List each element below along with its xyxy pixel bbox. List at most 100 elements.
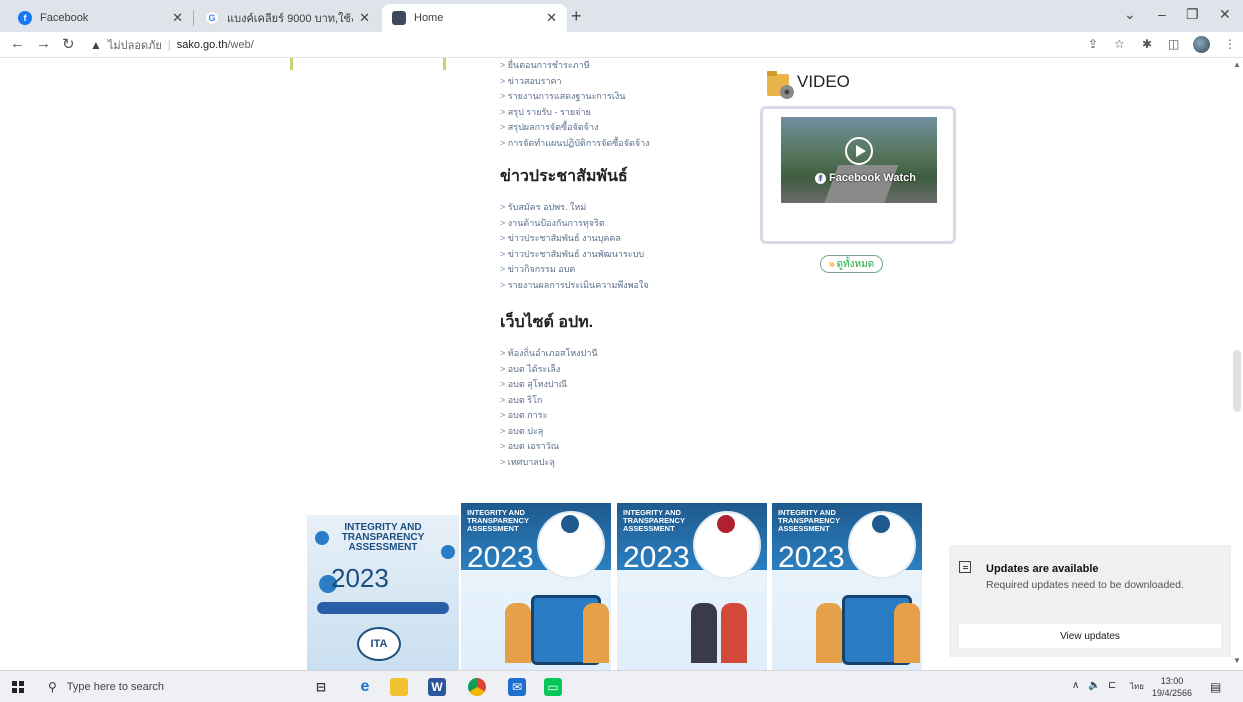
link-item[interactable]: ข่าวกิจกรรม อบต	[500, 262, 649, 278]
share-icon[interactable]: ⇪	[1088, 37, 1098, 51]
search-placeholder: Type here to search	[66, 681, 165, 693]
link-item[interactable]: อบต ริโก	[500, 393, 598, 409]
network-icon[interactable]: ⊏	[1108, 680, 1116, 691]
taskbar-search-box[interactable]: ⚲ Type here to search	[40, 675, 286, 699]
link-item[interactable]: อบต เอราวัณ	[500, 439, 598, 455]
line-icon[interactable]: ▭	[544, 678, 562, 696]
word-icon[interactable]: W	[428, 678, 446, 696]
volume-icon[interactable]: 🔈	[1088, 680, 1100, 691]
video-title: VIDEO	[797, 72, 850, 91]
ita-banner-main[interactable]: INTEGRITY AND TRANSPARENCY ASSESSMENT 20…	[307, 515, 459, 670]
link-item[interactable]: อบต ได้ระเล็ง	[500, 362, 598, 378]
link-item[interactable]: ข่าวประชาสัมพันธ์ งานพัฒนาระบบ	[500, 247, 649, 263]
link-item[interactable]: สรุปผลการจัดซื้อจัดจ้าง	[500, 120, 650, 136]
close-tab-icon[interactable]: ✕	[359, 10, 370, 26]
tab-google[interactable]: G แบงค์เคลียร์ 9000 บาท,ใช้งานฯลฯ - ✕	[195, 4, 380, 32]
link-item[interactable]: ข่าวประชาสัมพันธ์ งานบุคคล	[500, 231, 649, 247]
language-indicator[interactable]: ไทย	[1130, 680, 1144, 693]
update-icon	[959, 561, 971, 573]
side-panel-icon[interactable]: ◫	[1168, 37, 1179, 51]
task-view-icon[interactable]: ⊟	[312, 678, 330, 696]
link-item[interactable]: อบต สุโหงปาณี	[500, 377, 598, 393]
ita-round-icon	[717, 515, 735, 533]
person-illustration	[691, 603, 717, 663]
link-item[interactable]: ท้องถิ่นอำเภอสโหงปานี	[500, 346, 598, 362]
link-item[interactable]: รับสมัคร อปพร. ใหม่	[500, 200, 649, 216]
video-folder-icon	[767, 71, 794, 99]
windows-start-icon[interactable]	[12, 681, 24, 693]
link-item[interactable]: สรุป รายรับ - รายจ่าย	[500, 105, 650, 121]
warning-icon: ▲	[90, 38, 102, 52]
chrome-icon[interactable]	[468, 678, 486, 696]
scroll-down-arrow-icon[interactable]: ▼	[1233, 656, 1241, 665]
profile-avatar[interactable]	[1193, 36, 1210, 53]
back-icon[interactable]: ←	[10, 35, 25, 52]
edge-icon[interactable]: e	[356, 678, 374, 696]
view-all-button[interactable]: » ดูทั้งหมด	[820, 255, 884, 273]
ita-banner-title: INTEGRITY AND TRANSPARENCY ASSESSMENT	[623, 508, 685, 533]
tray-chevron-icon[interactable]: ∧	[1072, 680, 1079, 691]
tab-title: แบงค์เคลียร์ 9000 บาท,ใช้งานฯลฯ -	[227, 13, 353, 25]
close-tab-icon[interactable]: ✕	[546, 10, 557, 26]
minimize-button[interactable]: –	[1158, 6, 1166, 22]
links-local-gov: ท้องถิ่นอำเภอสโหงปานี อบต ได้ระเล็ง อบต …	[500, 346, 598, 470]
scroll-up-arrow-icon[interactable]: ▲	[1233, 60, 1241, 69]
file-explorer-icon[interactable]	[390, 678, 408, 696]
link-item[interactable]: รายงานการแสดงฐานะการเงิน	[500, 89, 650, 105]
link-item[interactable]: ยื่นตอนการชำระภาษี	[500, 58, 650, 74]
link-item[interactable]: งานด้านป้องกันการทุจริต	[500, 216, 649, 232]
notification-title: Updates are available	[986, 563, 1099, 575]
ita-banner-year: 2023	[778, 541, 845, 574]
new-tab-button[interactable]: +	[571, 6, 582, 27]
ita-banner-title: INTEGRITY AND TRANSPARENCY ASSESSMENT	[467, 508, 529, 533]
ita-banner-year: 2023	[623, 541, 690, 574]
update-notification: Updates are available Required updates n…	[949, 545, 1231, 657]
view-updates-button[interactable]: View updates	[959, 624, 1221, 648]
close-window-button[interactable]: ✕	[1219, 6, 1231, 23]
tab-facebook[interactable]: f Facebook ✕	[8, 4, 193, 32]
tab-home[interactable]: Home ✕	[382, 4, 567, 32]
restore-button[interactable]: ❐	[1186, 6, 1199, 23]
tab-divider	[193, 10, 194, 26]
ita-banner-2[interactable]: INTEGRITY AND TRANSPARENCY ASSESSMENT 20…	[617, 503, 767, 670]
link-item[interactable]: อบต ปะลุ	[500, 424, 598, 440]
thumbnail-road	[823, 165, 899, 203]
bookmark-star-icon[interactable]: ☆	[1114, 37, 1125, 51]
taskbar-clock[interactable]: 13:00 19/4/2566	[1152, 675, 1192, 699]
address-path: /web/	[227, 39, 254, 51]
notification-center-icon[interactable]: ▤	[1210, 680, 1221, 694]
play-icon[interactable]	[845, 137, 873, 165]
ita-logo: ITA	[357, 627, 401, 661]
link-item[interactable]: ข่าวสอบราคา	[500, 74, 650, 90]
video-thumbnail[interactable]: f Facebook Watch	[781, 117, 937, 203]
ita-banner-3[interactable]: INTEGRITY AND TRANSPARENCY ASSESSMENT 20…	[772, 503, 922, 670]
link-item[interactable]: อบต การะ	[500, 408, 598, 424]
address-bar[interactable]: ▲ ไม่ปลอดภัย | sako.go.th /web/	[90, 35, 254, 55]
person-illustration	[721, 603, 747, 663]
mail-icon[interactable]: ✉	[508, 678, 526, 696]
link-item[interactable]: การจัดทำแผนปฏิบัติการจัดซื้อจัดจ้าง	[500, 136, 650, 152]
reload-icon[interactable]: ↻	[62, 35, 75, 53]
ita-round-icon	[561, 515, 579, 533]
bubble-icon	[315, 531, 329, 545]
facebook-favicon-icon: f	[18, 11, 32, 25]
menu-kebab-icon[interactable]: ⋮	[1224, 37, 1236, 51]
facebook-icon: f	[815, 173, 826, 184]
pr-heading: ข่าวประชาสัมพันธ์	[500, 168, 628, 185]
facebook-watch-text: Facebook Watch	[829, 172, 916, 184]
tab-search-icon[interactable]: ⌄	[1124, 6, 1136, 23]
windows-taskbar: ⚲ Type here to search ⊟ e W ✉ ▭ ∧ 🔈 ⊏ ไท…	[0, 670, 1243, 702]
clock-time: 13:00	[1160, 676, 1184, 686]
google-favicon-icon: G	[205, 11, 219, 25]
ita-year: 2023	[331, 563, 389, 593]
close-tab-icon[interactable]: ✕	[172, 10, 183, 26]
banner-frame-edge	[290, 58, 446, 70]
ita-band	[317, 602, 449, 614]
link-item[interactable]: รายงานผลการประเมินความพึงพอใจ	[500, 278, 649, 294]
scrollbar-thumb[interactable]	[1233, 350, 1241, 412]
ita-banner-1[interactable]: INTEGRITY AND TRANSPARENCY ASSESSMENT 20…	[461, 503, 611, 670]
forward-icon[interactable]: →	[36, 35, 51, 52]
extensions-icon[interactable]: ✱	[1142, 37, 1152, 51]
security-label: ไม่ปลอดภัย	[107, 40, 162, 52]
link-item[interactable]: เทศบาลปะลุ	[500, 455, 598, 471]
